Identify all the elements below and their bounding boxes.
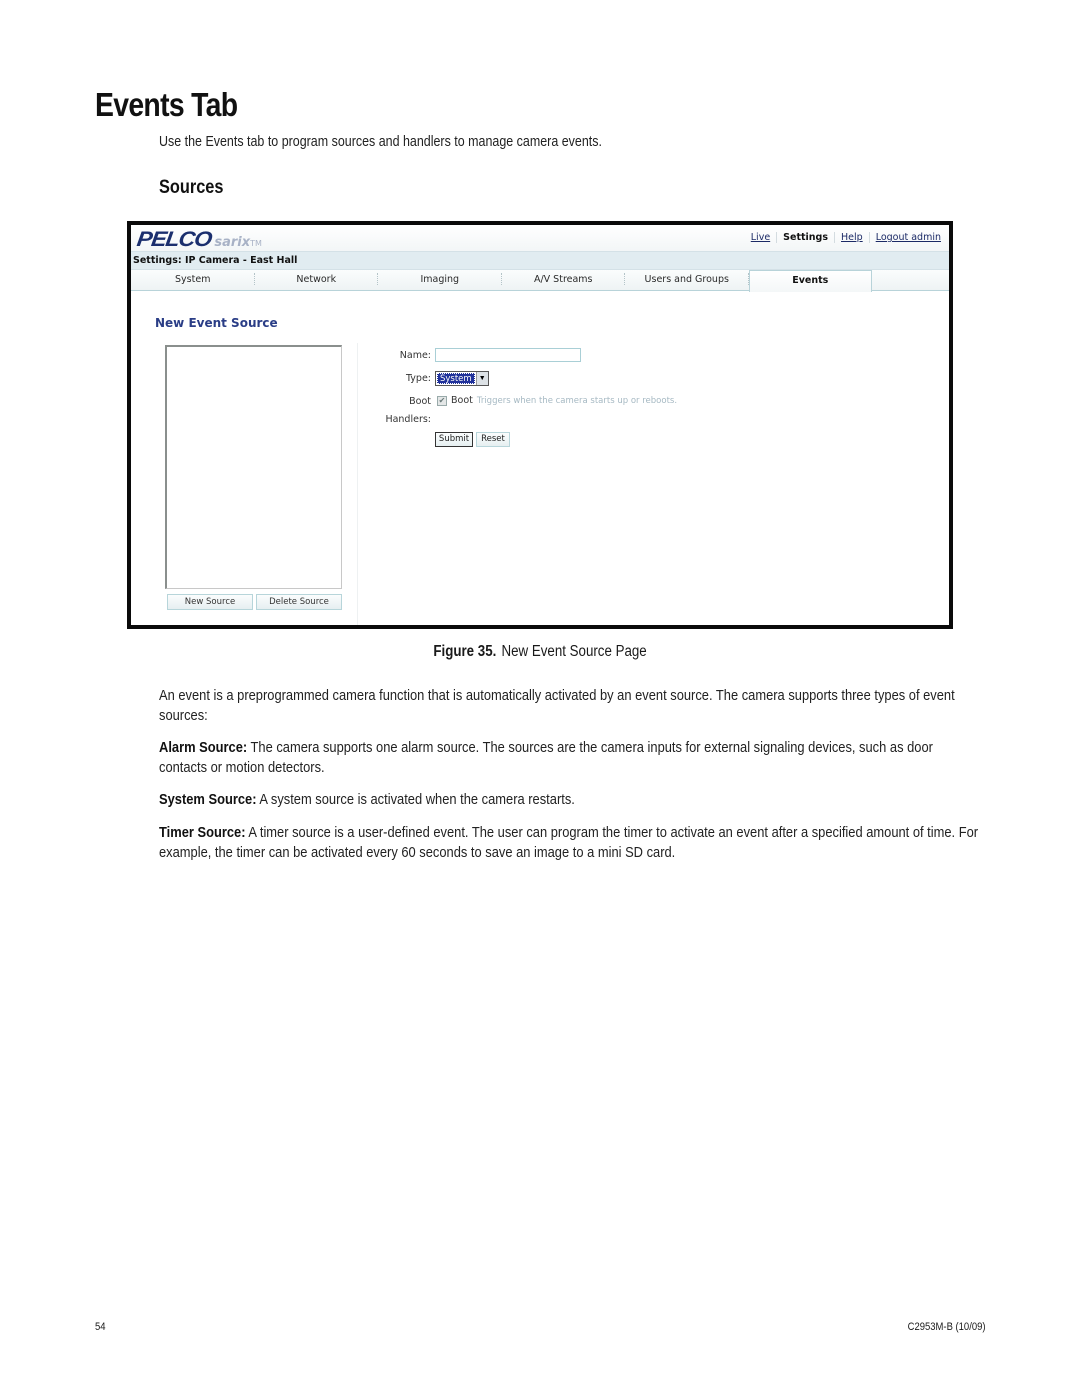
type-label: Type: (405, 373, 431, 384)
timer-source-paragraph: Timer Source: A timer source is a user-d… (159, 823, 983, 862)
tab-imaging[interactable]: Imaging (378, 270, 502, 290)
boot-checkbox[interactable]: ✔ (437, 395, 447, 406)
event-source-list[interactable] (165, 345, 342, 589)
help-link[interactable]: Help (841, 232, 863, 243)
figure-title: New Event Source Page (501, 643, 647, 660)
tab-label: Users and Groups (644, 274, 729, 285)
timer-source-text: A timer source is a user-defined event. … (159, 824, 979, 861)
event-intro-paragraph: An event is a preprogrammed camera funct… (159, 687, 955, 724)
link-divider (868, 232, 870, 243)
settings-breadcrumb: Settings: IP Camera - East Hall (133, 255, 298, 266)
system-source-paragraph: System Source: A system source is activa… (159, 790, 983, 810)
document-id: C2953M-B (10/09) (907, 1321, 985, 1333)
screenshot-figure: PELCO sarix TM Live Settings Help Logout … (127, 221, 953, 629)
type-select-value: System (437, 373, 475, 384)
boot-checkbox-label: Boot (451, 395, 473, 406)
tab-av-streams[interactable]: A/V Streams (502, 270, 625, 290)
name-input[interactable] (435, 348, 581, 362)
link-divider (834, 232, 836, 243)
page-number: 54 (95, 1321, 106, 1333)
tab-label: A/V Streams (533, 274, 593, 285)
new-source-button[interactable]: New Source (167, 594, 253, 610)
top-navigation: Live Settings Help Logout admin (751, 232, 941, 243)
chevron-down-icon: ▼ (475, 372, 488, 385)
intro-text: Use the Events tab to program sources an… (159, 134, 602, 150)
name-label: Name: (399, 350, 431, 361)
boot-description: Triggers when the camera starts up or re… (476, 395, 678, 406)
app-header: PELCO sarix TM Live Settings Help Logout … (131, 225, 949, 251)
tab-label: System (175, 274, 211, 285)
section-heading: Sources (159, 177, 224, 198)
live-link[interactable]: Live (751, 232, 770, 243)
tab-label: Network (296, 274, 337, 285)
submit-button[interactable]: Submit (435, 432, 473, 447)
tab-users-and-groups[interactable]: Users and Groups (625, 270, 749, 290)
pelco-sarix-logo: PELCO sarix TM (135, 228, 262, 252)
delete-source-button[interactable]: Delete Source (256, 594, 342, 610)
settings-link[interactable]: Settings (783, 232, 828, 243)
tab-events[interactable]: Events (748, 270, 872, 292)
type-select[interactable]: System ▼ (435, 371, 489, 386)
page-title: Events Tab (95, 86, 238, 123)
tab-label: Imaging (420, 274, 460, 285)
tab-label: Events (792, 275, 829, 286)
alarm-source-text: The camera supports one alarm source. Th… (159, 739, 933, 776)
source-buttons: New Source Delete Source (167, 594, 342, 610)
panel-divider (357, 343, 358, 625)
alarm-source-term: Alarm Source: (159, 739, 248, 756)
figure-caption: Figure 35. New Event Source Page (0, 643, 1080, 661)
settings-tabs: System Network Imaging A/V Streams Users… (131, 270, 949, 292)
system-source-term: System Source: (159, 791, 257, 808)
checkmark-icon: ✔ (438, 396, 446, 405)
logo-product: sarix (214, 235, 251, 250)
tab-system[interactable]: System (131, 270, 255, 290)
tab-network[interactable]: Network (255, 270, 378, 290)
logo-trademark: TM (250, 239, 262, 248)
system-source-text: A system source is activated when the ca… (256, 791, 575, 808)
reset-button[interactable]: Reset (476, 432, 510, 447)
alarm-source-paragraph: Alarm Source: The camera supports one al… (159, 738, 983, 777)
handlers-label: Handlers: (385, 414, 431, 425)
content-title: New Event Source (155, 316, 278, 330)
logo-brand: PELCO (135, 228, 213, 251)
logout-link[interactable]: Logout admin (876, 232, 941, 243)
settings-breadcrumb-bar: Settings: IP Camera - East Hall (131, 251, 949, 270)
link-divider (776, 232, 778, 243)
boot-option: ✔ Boot Triggers when the camera starts u… (437, 395, 677, 406)
boot-label: Boot (409, 396, 431, 407)
figure-number: Figure 35. (433, 643, 497, 660)
timer-source-term: Timer Source: (159, 824, 246, 841)
